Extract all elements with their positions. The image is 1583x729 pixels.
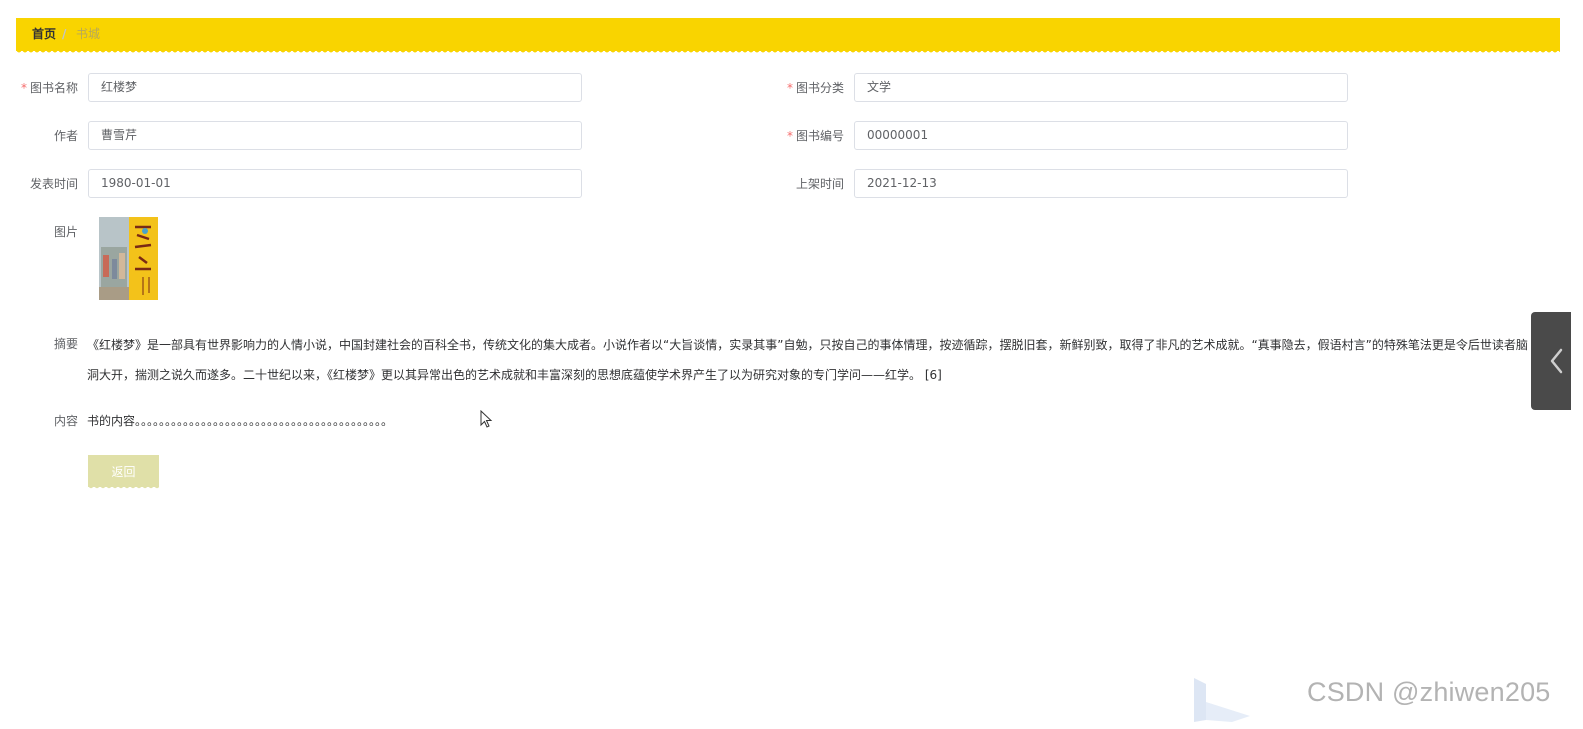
book-number-label: * 图书编号 — [772, 128, 844, 144]
publish-date-field[interactable]: 1980-01-01 — [88, 169, 582, 198]
book-number-label-text: 图书编号 — [795, 129, 844, 143]
required-marker: * — [786, 129, 793, 143]
shelf-date-label: 上架时间 — [795, 177, 844, 191]
content-text: 书的内容。。。。。。。。。。。。。。。。。。。。。。。。。。。。。。。。。。。。… — [87, 414, 394, 428]
author-label: 作者 — [53, 129, 78, 143]
image-label: 图片 — [53, 225, 78, 239]
content-label: 内容 — [53, 414, 78, 428]
required-marker: * — [20, 81, 27, 95]
side-panel-toggle[interactable] — [1531, 312, 1571, 410]
book-cover-image[interactable] — [99, 217, 158, 300]
publish-date-label: 发表时间 — [29, 177, 78, 191]
shelf-date-field[interactable]: 2021-12-13 — [854, 169, 1348, 198]
chevron-left-icon — [1550, 348, 1563, 374]
category-label-text: 图书分类 — [795, 81, 844, 95]
book-name-label: * 图书名称 — [6, 80, 78, 96]
book-number-field[interactable]: 00000001 — [854, 121, 1348, 150]
summary-label: 摘要 — [53, 337, 78, 351]
book-name-label-text: 图书名称 — [29, 81, 78, 95]
csdn-logo-icon — [1194, 678, 1250, 722]
book-detail-page: 首页 / 书城 * 图书名称 红楼梦 * 图书分类 文学 作者 曹雪芹 * 图书编号 … — [0, 0, 1583, 729]
required-marker: * — [786, 81, 793, 95]
breadcrumb-home[interactable]: 首页 — [32, 27, 56, 42]
category-field[interactable]: 文学 — [854, 73, 1348, 102]
mouse-cursor-icon — [480, 410, 493, 428]
watermark-text: CSDN @zhiwen205 — [1307, 677, 1551, 707]
back-button[interactable]: 返回 — [88, 455, 159, 490]
breadcrumb: 首页 / 书城 — [16, 18, 1560, 55]
breadcrumb-current: 书城 — [76, 27, 101, 41]
author-field[interactable]: 曹雪芹 — [88, 121, 582, 150]
category-label: * 图书分类 — [772, 80, 844, 96]
book-name-field[interactable]: 红楼梦 — [88, 73, 582, 102]
book-cover-illustration — [99, 217, 158, 300]
summary-text: 《红楼梦》是一部具有世界影响力的人情小说，中国封建社会的百科全书，传统文化的集大… — [87, 338, 1528, 382]
breadcrumb-separator: / — [62, 27, 67, 41]
